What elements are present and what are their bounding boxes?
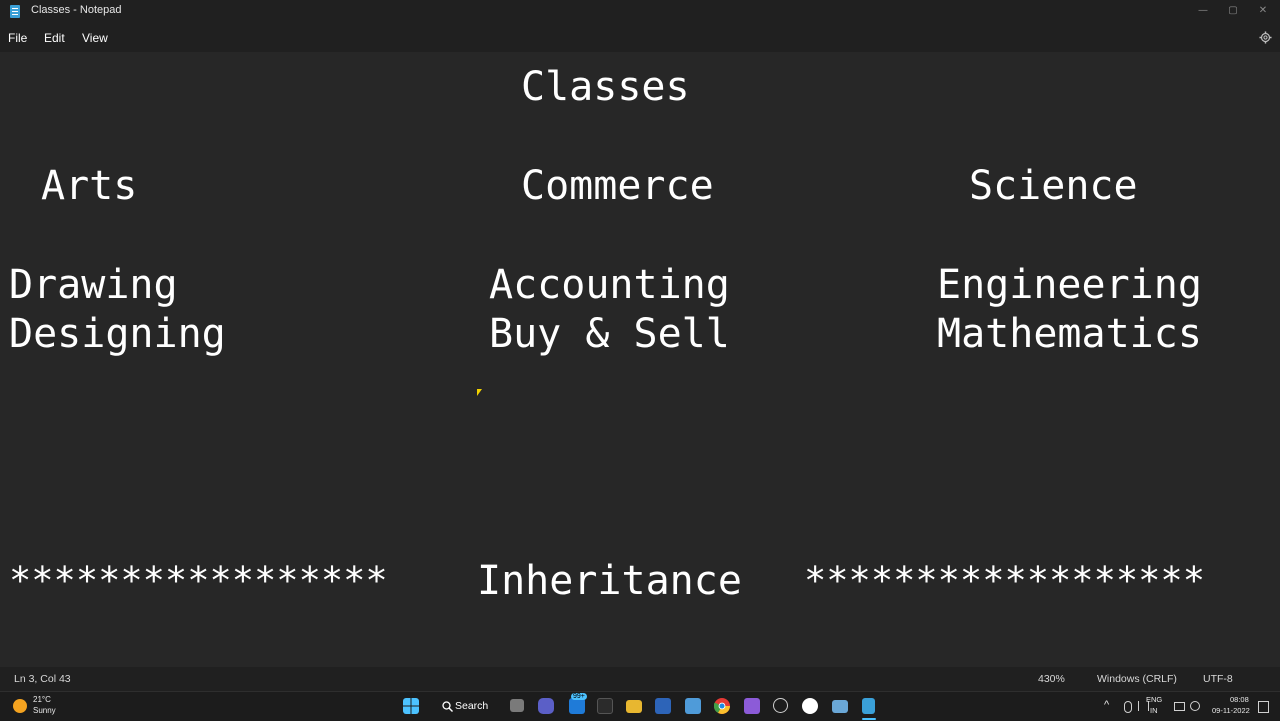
menu-edit[interactable]: Edit xyxy=(44,31,65,45)
clock-date[interactable]: 09-11-2022 xyxy=(1212,706,1250,715)
text-line-arts: Arts xyxy=(41,163,138,209)
menu-view[interactable]: View xyxy=(82,31,108,45)
mail-app-icon[interactable]: 99+ xyxy=(569,693,587,714)
title-bar: Classes - Notepad — ▢ ✕ xyxy=(0,0,1280,24)
volume-icon[interactable] xyxy=(1190,701,1200,711)
github-desktop-icon[interactable] xyxy=(773,698,788,713)
menu-bar: File Edit View xyxy=(0,24,1280,52)
network-icon[interactable] xyxy=(1174,702,1185,711)
chat-icon[interactable] xyxy=(538,698,554,714)
chrome-icon[interactable] xyxy=(714,698,730,714)
text-line-science: Science xyxy=(969,163,1138,209)
language-code[interactable]: ENG xyxy=(1146,695,1162,704)
app-window-icon[interactable] xyxy=(832,700,848,713)
text-line-buy-sell: Buy & Sell xyxy=(489,311,730,357)
line-ending: Windows (CRLF) xyxy=(1097,673,1177,685)
gear-icon[interactable] xyxy=(1259,31,1272,44)
unreal-engine-icon[interactable] xyxy=(802,698,818,714)
text-line-inheritance: Inheritance xyxy=(477,558,742,604)
taskbar: 21°C Sunny Search 99+ ^ ENG IN 08:08 09-… xyxy=(0,691,1280,721)
cursor-position: Ln 3, Col 43 xyxy=(14,673,71,685)
search-icon xyxy=(442,701,453,712)
close-button[interactable]: ✕ xyxy=(1248,2,1278,20)
text-line-classes: Classes xyxy=(521,64,690,110)
weather-temperature[interactable]: 21°C xyxy=(33,695,51,704)
maximize-button[interactable]: ▢ xyxy=(1218,2,1248,20)
minimize-button[interactable]: — xyxy=(1188,2,1218,20)
status-bar: Ln 3, Col 43 430% Windows (CRLF) UTF-8 xyxy=(0,667,1280,691)
powershell-icon[interactable] xyxy=(655,698,671,714)
search-label: Search xyxy=(455,700,489,712)
text-editor[interactable]: Classes Arts Commerce Science Drawing Ac… xyxy=(0,52,1280,667)
notification-icon[interactable] xyxy=(1258,701,1269,713)
text-line-mathematics: Mathematics xyxy=(937,311,1202,357)
windows-start-icon[interactable] xyxy=(403,698,419,714)
text-line-drawing: Drawing xyxy=(9,262,178,308)
window-title: Classes - Notepad xyxy=(31,4,122,16)
text-line-designing: Designing xyxy=(9,311,226,357)
file-explorer-icon[interactable] xyxy=(626,700,642,713)
sun-icon[interactable] xyxy=(13,699,27,713)
notepad-icon xyxy=(10,5,20,18)
notification-badge: 99+ xyxy=(571,693,587,700)
epic-games-icon[interactable] xyxy=(597,698,613,714)
clock-time[interactable]: 08:08 xyxy=(1230,695,1249,704)
text-line-stars-right: ****************** xyxy=(804,559,1205,602)
language-region[interactable]: IN xyxy=(1150,706,1158,715)
task-view-icon[interactable] xyxy=(510,699,524,712)
tray-overflow-icon[interactable]: ^ xyxy=(1104,699,1109,711)
encoding: UTF-8 xyxy=(1203,673,1233,685)
notepad-taskbar-icon[interactable] xyxy=(862,698,875,714)
text-line-commerce: Commerce xyxy=(521,163,714,209)
taskbar-search[interactable]: Search xyxy=(432,696,494,717)
remote-desktop-icon[interactable] xyxy=(685,698,701,714)
text-line-engineering: Engineering xyxy=(937,262,1202,308)
visual-studio-icon[interactable] xyxy=(744,698,760,714)
text-line-stars-left: ***************** xyxy=(9,559,388,602)
microphone-icon[interactable] xyxy=(1124,701,1132,713)
zoom-level: 430% xyxy=(1038,673,1065,685)
menu-file[interactable]: File xyxy=(8,31,27,45)
text-line-accounting: Accounting xyxy=(489,262,730,308)
mouse-cursor-icon xyxy=(477,389,482,396)
weather-condition[interactable]: Sunny xyxy=(33,706,56,715)
